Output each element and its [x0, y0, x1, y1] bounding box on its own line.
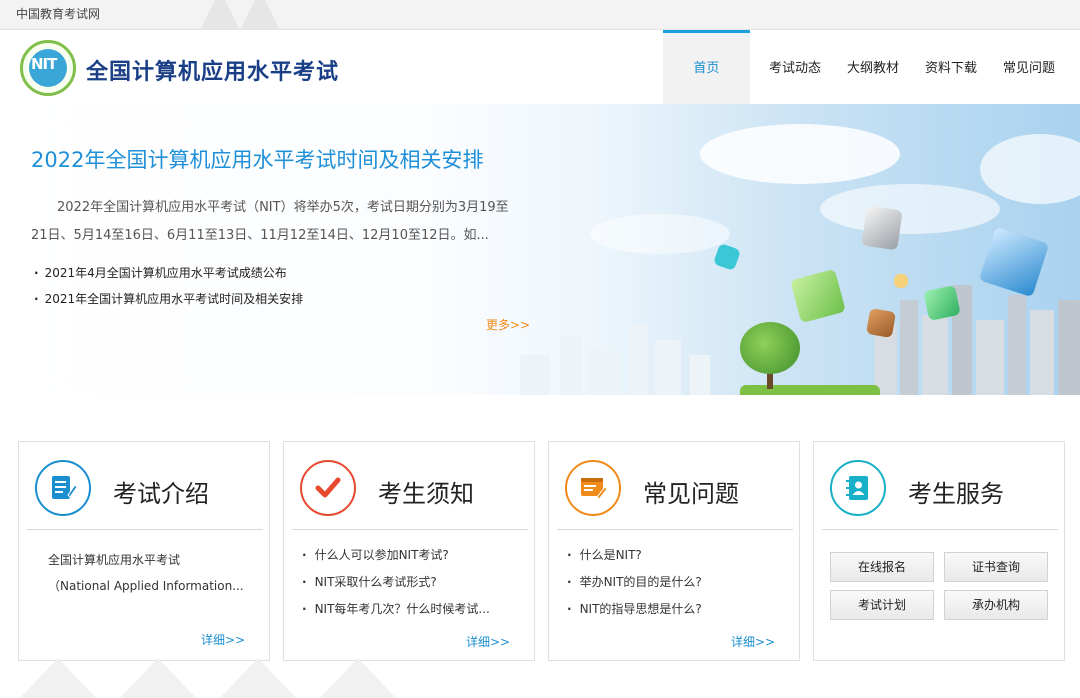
- decor-triangle: [120, 658, 196, 698]
- service-buttons: 在线报名 证书查询 考试计划 承办机构: [830, 552, 1048, 620]
- cloud-decoration: [700, 124, 900, 184]
- notice-list: 什么人可以参加NIT考试? NIT采取什么考试形式? NIT每年考几次？什么时候…: [302, 542, 490, 623]
- checkmark-icon: [300, 460, 356, 516]
- decor-triangle: [220, 658, 296, 698]
- nav-exam-news[interactable]: 考试动态: [756, 30, 834, 104]
- news-item[interactable]: 2021年全国计算机应用水平考试时间及相关安排: [34, 286, 304, 312]
- site-name-link[interactable]: 中国教育考试网: [16, 7, 100, 21]
- nav-downloads[interactable]: 资料下载: [912, 30, 990, 104]
- decor-triangle: [320, 658, 396, 698]
- main-nav: 首页 考试动态 大纲教材 资料下载 常见问题: [662, 30, 1068, 104]
- logo-mark: NIT: [31, 55, 57, 73]
- more-link[interactable]: 更多>>: [486, 316, 530, 333]
- decor-triangle: [20, 658, 96, 698]
- nit-logo[interactable]: NIT: [20, 40, 76, 96]
- list-item[interactable]: 什么是NIT?: [567, 542, 702, 569]
- card-candidate-services: 考生服务 在线报名 证书查询 考试计划 承办机构: [813, 441, 1065, 661]
- card-title[interactable]: 考生须知: [378, 474, 474, 509]
- grass-decoration: [740, 385, 880, 395]
- hero-banner: 2022年全国计算机应用水平考试时间及相关安排 2022年全国计算机应用水平考试…: [0, 104, 1080, 395]
- decor-triangle: [230, 0, 290, 29]
- nav-home[interactable]: 首页: [662, 30, 750, 104]
- nav-syllabus[interactable]: 大纲教材: [834, 30, 912, 104]
- exam-plan-button[interactable]: 考试计划: [830, 590, 934, 620]
- cloud-decoration: [820, 184, 1000, 234]
- cloud-decoration: [590, 214, 730, 254]
- news-list: 2021年4月全国计算机应用水平考试成绩公布 2021年全国计算机应用水平考试时…: [34, 260, 304, 312]
- top-strip: 中国教育考试网: [0, 0, 1080, 30]
- card-title[interactable]: 常见问题: [643, 474, 739, 509]
- detail-link[interactable]: 详细>>: [731, 633, 775, 650]
- list-item[interactable]: NIT采取什么考试形式?: [302, 569, 490, 596]
- site-title[interactable]: 全国计算机应用水平考试: [86, 54, 339, 86]
- document-edit-icon: [35, 460, 91, 516]
- nav-faq[interactable]: 常见问题: [990, 30, 1068, 104]
- online-registration-button[interactable]: 在线报名: [830, 552, 934, 582]
- list-item[interactable]: NIT每年考几次？什么时候考试...: [302, 596, 490, 623]
- contact-book-icon: [830, 460, 886, 516]
- organizers-button[interactable]: 承办机构: [944, 590, 1048, 620]
- tree-decoration: [740, 322, 800, 374]
- card-candidate-notice: 考生须知 什么人可以参加NIT考试? NIT采取什么考试形式? NIT每年考几次…: [283, 441, 535, 661]
- intro-text: 全国计算机应用水平考试 （National Applied Informatio…: [48, 553, 244, 593]
- detail-link[interactable]: 详细>>: [201, 631, 245, 648]
- detail-link[interactable]: 详细>>: [466, 633, 510, 650]
- browser-edit-icon: [565, 460, 621, 516]
- card-title[interactable]: 考试介绍: [113, 474, 209, 509]
- header: NIT 全国计算机应用水平考试 首页 考试动态 大纲教材 资料下载 常见问题: [0, 30, 1080, 104]
- list-item[interactable]: 什么人可以参加NIT考试?: [302, 542, 490, 569]
- card-faq: 常见问题 什么是NIT? 举办NIT的目的是什么? NIT的指导思想是什么? 详…: [548, 441, 800, 661]
- certificate-query-button[interactable]: 证书查询: [944, 552, 1048, 582]
- cloud-decoration: [980, 134, 1080, 204]
- card-title[interactable]: 考生服务: [908, 474, 1004, 509]
- list-item[interactable]: NIT的指导思想是什么?: [567, 596, 702, 623]
- faq-list: 什么是NIT? 举办NIT的目的是什么? NIT的指导思想是什么?: [567, 542, 702, 623]
- list-item[interactable]: 举办NIT的目的是什么?: [567, 569, 702, 596]
- banner-headline[interactable]: 2022年全国计算机应用水平考试时间及相关安排: [31, 144, 483, 174]
- news-item[interactable]: 2021年4月全国计算机应用水平考试成绩公布: [34, 260, 303, 286]
- banner-summary: 2022年全国计算机应用水平考试（NIT）将举办5次，考试日期分别为3月19至2…: [31, 200, 509, 243]
- card-exam-intro: 考试介绍 全国计算机应用水平考试 （National Applied Infor…: [18, 441, 270, 661]
